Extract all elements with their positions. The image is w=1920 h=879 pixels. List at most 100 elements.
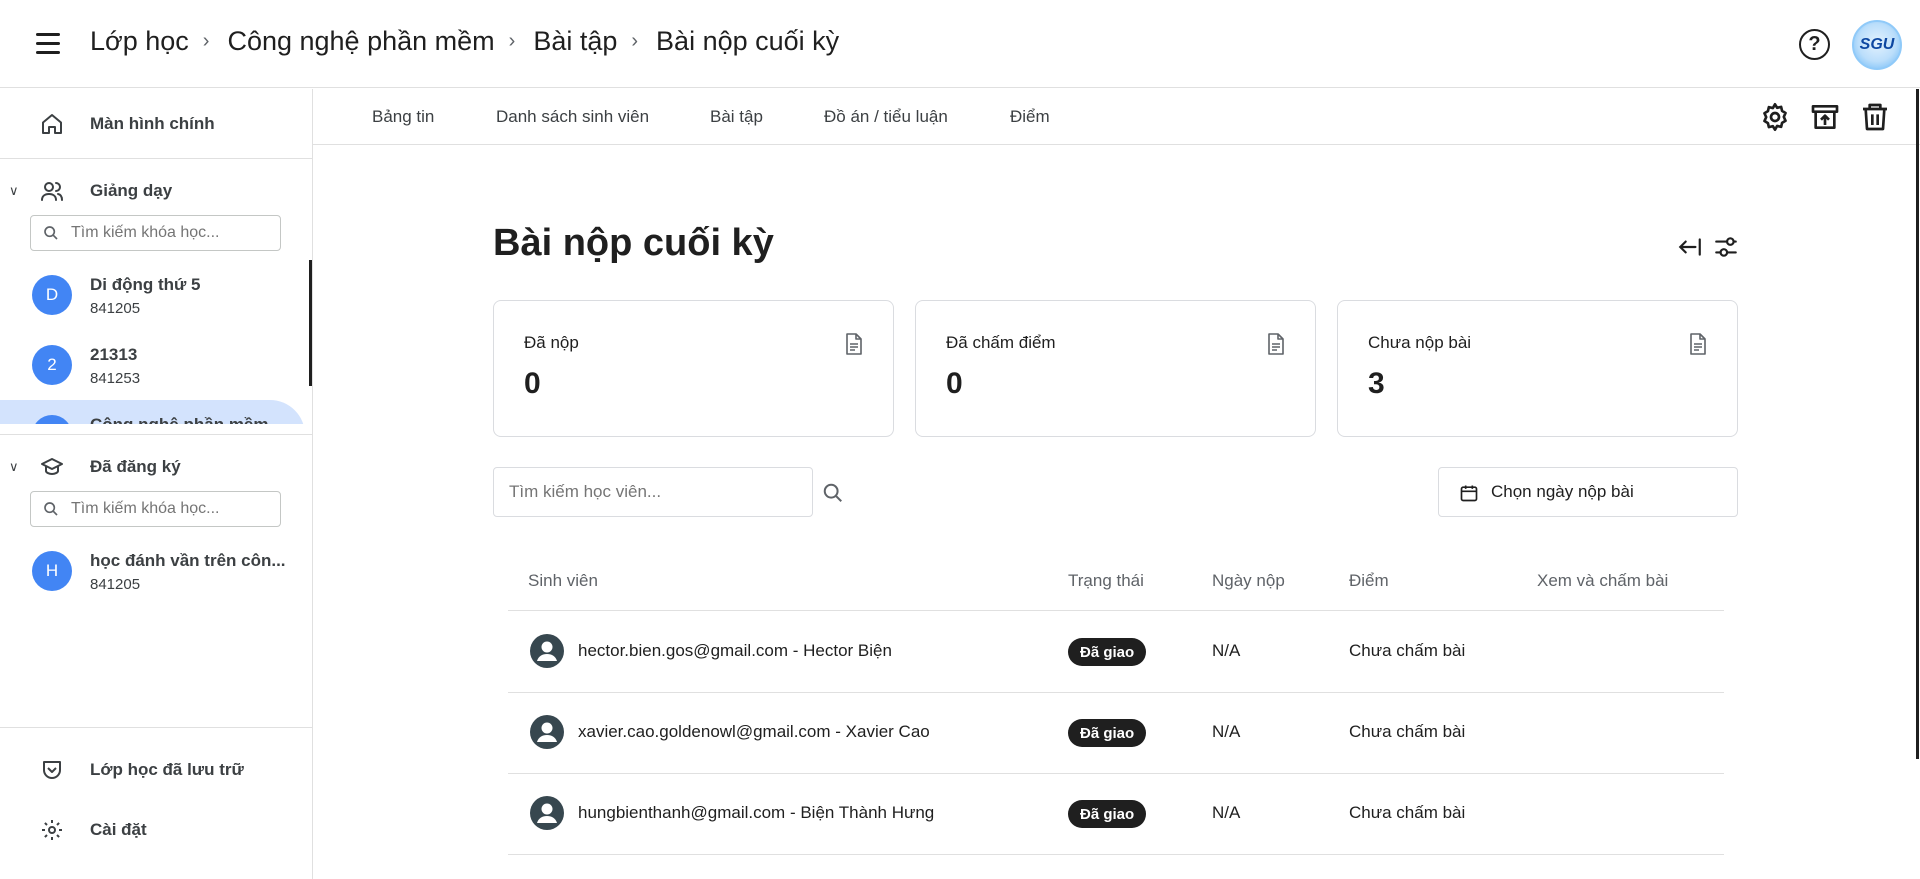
course-name: Công nghệ phần mềm — [90, 415, 269, 424]
collapse-left-icon[interactable] — [1677, 234, 1703, 260]
column-header: Điểm — [1349, 571, 1389, 590]
stat-label: Đã nộp — [524, 333, 579, 352]
archive-upload-icon[interactable] — [1809, 101, 1841, 133]
people-icon — [41, 182, 63, 201]
sidebar-item-label: Cài đặt — [90, 820, 147, 839]
course-code: 841253 — [90, 370, 141, 387]
submission-date: N/A — [1212, 803, 1241, 822]
course-code: 841205 — [90, 300, 141, 317]
column-header: Trạng thái — [1068, 571, 1144, 590]
sidebar: Màn hình chính ∨ Giảng dạy D Di động thứ… — [0, 89, 313, 879]
user-avatar-icon — [530, 634, 564, 668]
table-row[interactable]: xavier.cao.goldenowl@gmail.com - Xavier … — [508, 693, 1724, 774]
course-code: 841205 — [90, 576, 141, 593]
course-name: 21313 — [90, 345, 138, 364]
tab-projects[interactable]: Đồ án / tiểu luận — [824, 107, 948, 127]
breadcrumb-assignments[interactable]: Bài tập — [533, 26, 617, 57]
course-avatar: H — [32, 551, 72, 591]
gear-icon — [42, 820, 62, 840]
avatar[interactable]: SGU — [1852, 20, 1902, 70]
user-avatar-icon — [530, 715, 564, 749]
document-icon — [1268, 333, 1284, 355]
stat-label: Đã chấm điểm — [946, 333, 1056, 352]
page-scrollbar[interactable] — [1916, 89, 1919, 759]
course-item[interactable]: 2 21313 841253 — [0, 330, 312, 400]
stat-card-graded: Đã chấm điểm 0 — [915, 300, 1316, 437]
table-header: Sinh viên Trạng thái Ngày nộp Điểm Xem v… — [508, 555, 1724, 611]
course-avatar: D — [32, 275, 72, 315]
tab-assignments[interactable]: Bài tập — [710, 107, 763, 127]
document-icon — [1690, 333, 1706, 355]
student-name: hector.bien.gos@gmail.com - Hector Biện — [578, 641, 892, 660]
chevron-right-icon: › — [508, 30, 516, 52]
teaching-course-search[interactable] — [30, 215, 281, 251]
column-header: Xem và chấm bài — [1537, 571, 1669, 590]
breadcrumb-course[interactable]: Công nghệ phần mềm — [227, 26, 494, 57]
submission-date: N/A — [1212, 641, 1241, 660]
stat-value: 0 — [524, 367, 541, 400]
tab-grades[interactable]: Điểm — [1010, 107, 1050, 127]
chevron-down-icon: ∨ — [9, 183, 19, 198]
score: Chưa chấm bài — [1349, 722, 1466, 741]
teaching-search-input[interactable] — [71, 216, 271, 250]
search-icon[interactable] — [822, 482, 844, 504]
stat-value: 0 — [946, 367, 963, 400]
breadcrumb: Lớp học › Công nghệ phần mềm › Bài tập ›… — [90, 26, 839, 57]
sidebar-item-archived[interactable]: Lớp học đã lưu trữ — [0, 742, 312, 798]
stat-value: 3 — [1368, 367, 1385, 400]
course-name: Di động thứ 5 — [90, 275, 201, 294]
status-badge: Đã giao — [1068, 719, 1147, 747]
trash-icon[interactable] — [1859, 101, 1891, 133]
date-picker-label: Chọn ngày nộp bài — [1491, 482, 1634, 501]
stat-card-not-submitted: Chưa nộp bài 3 — [1337, 300, 1738, 437]
search-icon — [44, 226, 58, 240]
gear-icon[interactable] — [1759, 101, 1791, 133]
table-row[interactable]: hector.bien.gos@gmail.com - Hector Biện … — [508, 612, 1724, 693]
student-search-input[interactable] — [509, 468, 799, 516]
teaching-course-list: D Di động thứ 5 841205 2 21313 841253 C … — [0, 260, 312, 424]
filter-settings-icon[interactable] — [1713, 234, 1739, 260]
student-search[interactable] — [493, 467, 813, 517]
help-icon[interactable]: ? — [1799, 29, 1830, 60]
sidebar-section-label: Đã đăng ký — [90, 457, 181, 476]
table-row[interactable]: hungbienthanh@gmail.com - Biện Thành Hưn… — [508, 774, 1724, 855]
search-icon — [44, 502, 58, 516]
graduation-cap-icon — [41, 458, 63, 475]
sidebar-item-settings[interactable]: Cài đặt — [0, 802, 312, 858]
date-picker-button[interactable]: Chọn ngày nộp bài — [1438, 467, 1738, 517]
course-item[interactable]: D Di động thứ 5 841205 — [0, 260, 312, 330]
home-icon — [42, 113, 62, 134]
sidebar-item-label: Lớp học đã lưu trữ — [90, 760, 244, 779]
sidebar-item-label: Màn hình chính — [90, 113, 215, 133]
column-header: Sinh viên — [528, 571, 598, 590]
score: Chưa chấm bài — [1349, 641, 1466, 660]
course-item[interactable]: H học đánh vần trên côn... 841205 — [0, 536, 312, 606]
enrolled-course-search[interactable] — [30, 491, 281, 527]
breadcrumb-classes[interactable]: Lớp học — [90, 26, 189, 57]
sidebar-item-home[interactable]: Màn hình chính — [0, 89, 312, 159]
student-name: hungbienthanh@gmail.com - Biện Thành Hưn… — [578, 803, 935, 822]
sidebar-scrollbar[interactable] — [309, 260, 312, 386]
document-icon — [846, 333, 862, 355]
sidebar-section-enrolled[interactable]: ∨ Đã đăng ký — [0, 447, 312, 487]
course-item-active[interactable]: C Công nghệ phần mềm — [0, 400, 312, 424]
submission-date: N/A — [1212, 722, 1241, 741]
avatar-text: SGU — [1859, 36, 1895, 53]
score: Chưa chấm bài — [1349, 803, 1466, 822]
chevron-down-icon: ∨ — [9, 459, 19, 474]
student-name: xavier.cao.goldenowl@gmail.com - Xavier … — [578, 722, 930, 741]
sidebar-section-teaching[interactable]: ∨ Giảng dạy — [0, 171, 312, 211]
calendar-icon — [1460, 485, 1478, 502]
top-bar: Lớp học › Công nghệ phần mềm › Bài tập ›… — [0, 0, 1920, 88]
stat-label: Chưa nộp bài — [1368, 333, 1472, 352]
column-header: Ngày nộp — [1212, 571, 1285, 590]
enrolled-search-input[interactable] — [71, 492, 271, 526]
stat-card-submitted: Đã nộp 0 — [493, 300, 894, 437]
status-badge: Đã giao — [1068, 800, 1147, 828]
hamburger-menu-icon[interactable] — [36, 29, 64, 57]
breadcrumb-current: Bài nộp cuối kỳ — [656, 26, 840, 56]
tab-students[interactable]: Danh sách sinh viên — [496, 107, 649, 127]
tab-news[interactable]: Bảng tin — [372, 107, 434, 127]
divider — [0, 727, 312, 728]
course-avatar: 2 — [32, 345, 72, 385]
